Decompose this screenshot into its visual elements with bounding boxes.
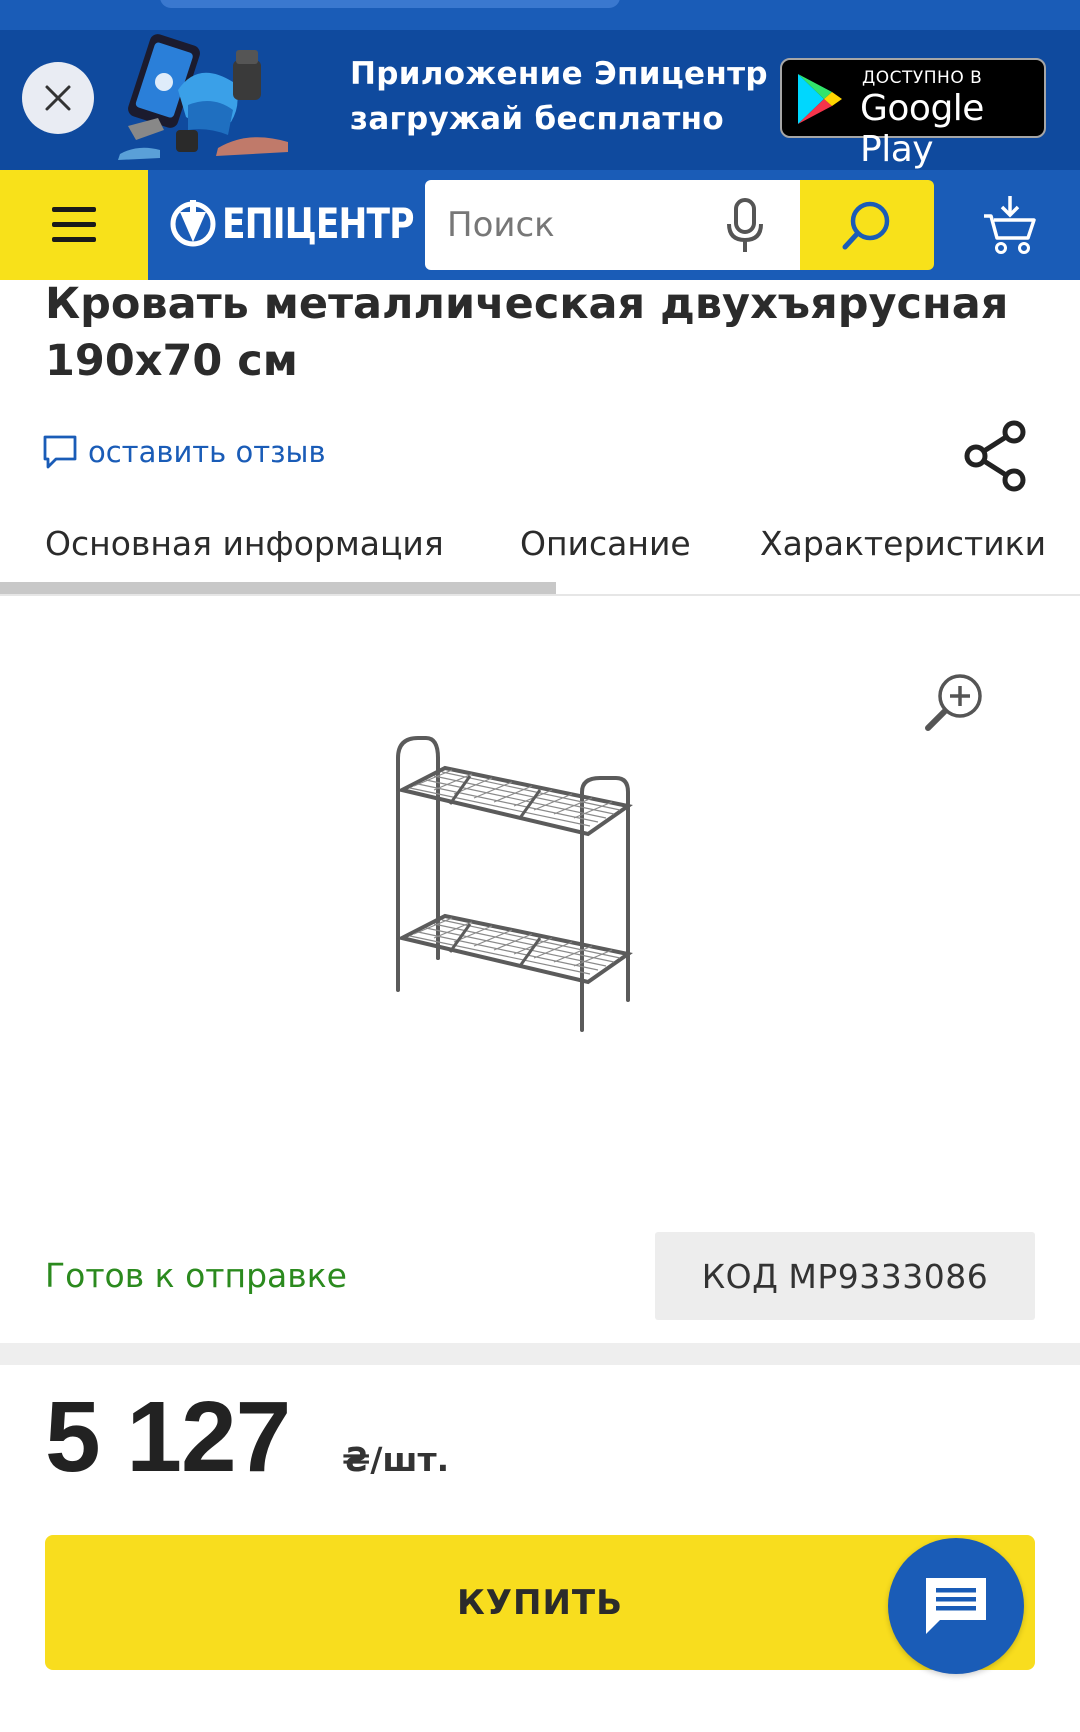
- banner-text: Приложение Эпицентр загружай бесплатно: [350, 52, 768, 142]
- zoom-button[interactable]: [920, 668, 988, 736]
- microphone-icon: [727, 198, 763, 252]
- voice-search-button[interactable]: [715, 196, 775, 256]
- price-value: 5 127: [45, 1381, 291, 1493]
- status-strip: [0, 0, 1080, 30]
- banner-line-1: Приложение Эпицентр: [350, 56, 768, 92]
- banner-line-2: загружай бесплатно: [350, 101, 724, 137]
- buy-button[interactable]: КУПИТЬ: [45, 1535, 1035, 1670]
- leave-review-link[interactable]: оставить отзыв: [42, 434, 326, 470]
- search-input[interactable]: [447, 200, 707, 250]
- price-unit: ₴/шт.: [342, 1440, 450, 1479]
- store-big-text: Google Play: [860, 88, 984, 170]
- close-banner-button[interactable]: [22, 62, 94, 134]
- search-button[interactable]: [800, 180, 934, 270]
- share-button[interactable]: [962, 418, 1032, 494]
- logo-text: ЕПІЦЕНТР: [222, 198, 414, 248]
- availability-status: Готов к отправке: [45, 1256, 347, 1295]
- menu-button[interactable]: [0, 170, 148, 280]
- active-tab-indicator: [0, 582, 556, 594]
- close-icon: [45, 85, 71, 111]
- chat-button[interactable]: [888, 1538, 1024, 1674]
- share-icon: [964, 420, 1026, 492]
- product-code: КОД MP9333086: [655, 1232, 1035, 1320]
- section-divider: [0, 1343, 1080, 1365]
- zoom-in-icon: [925, 674, 982, 731]
- search-icon: [842, 201, 890, 250]
- store-small-text: ДОСТУПНО В: [862, 68, 983, 88]
- product-tabs: Основная информация Описание Характерист…: [0, 520, 1080, 596]
- google-play-badge[interactable]: ДОСТУПНО В Google Play: [780, 58, 1046, 170]
- app-download-banner: Приложение Эпицентр загружай бесплатно Д…: [0, 30, 1080, 170]
- tab-main-info[interactable]: Основная информация: [45, 524, 444, 563]
- product-code-label: КОД: [701, 1256, 779, 1296]
- tab-description[interactable]: Описание: [520, 524, 691, 563]
- epicentr-logo[interactable]: ЕПІЦЕНТР: [170, 198, 456, 248]
- product-code-value: MP9333086: [788, 1256, 989, 1296]
- site-header: ЕПІЦЕНТР: [0, 170, 1080, 280]
- tab-characteristics[interactable]: Характеристики: [760, 524, 1046, 563]
- chat-icon: [926, 1578, 986, 1634]
- google-play-icon: [798, 74, 842, 124]
- cart-button[interactable]: [970, 190, 1050, 260]
- cart-icon: [984, 196, 1036, 254]
- product-title: Кровать металлическая двухъярусная 190x7…: [45, 279, 1009, 386]
- bunk-bed-image[interactable]: [390, 730, 690, 1040]
- logo-mark-icon: [170, 200, 216, 247]
- hamburger-icon: [52, 207, 96, 242]
- banner-products-illustration: [118, 34, 288, 160]
- leave-review-label: оставить отзыв: [88, 435, 326, 469]
- comment-icon: [43, 435, 77, 469]
- search-box: [425, 180, 800, 270]
